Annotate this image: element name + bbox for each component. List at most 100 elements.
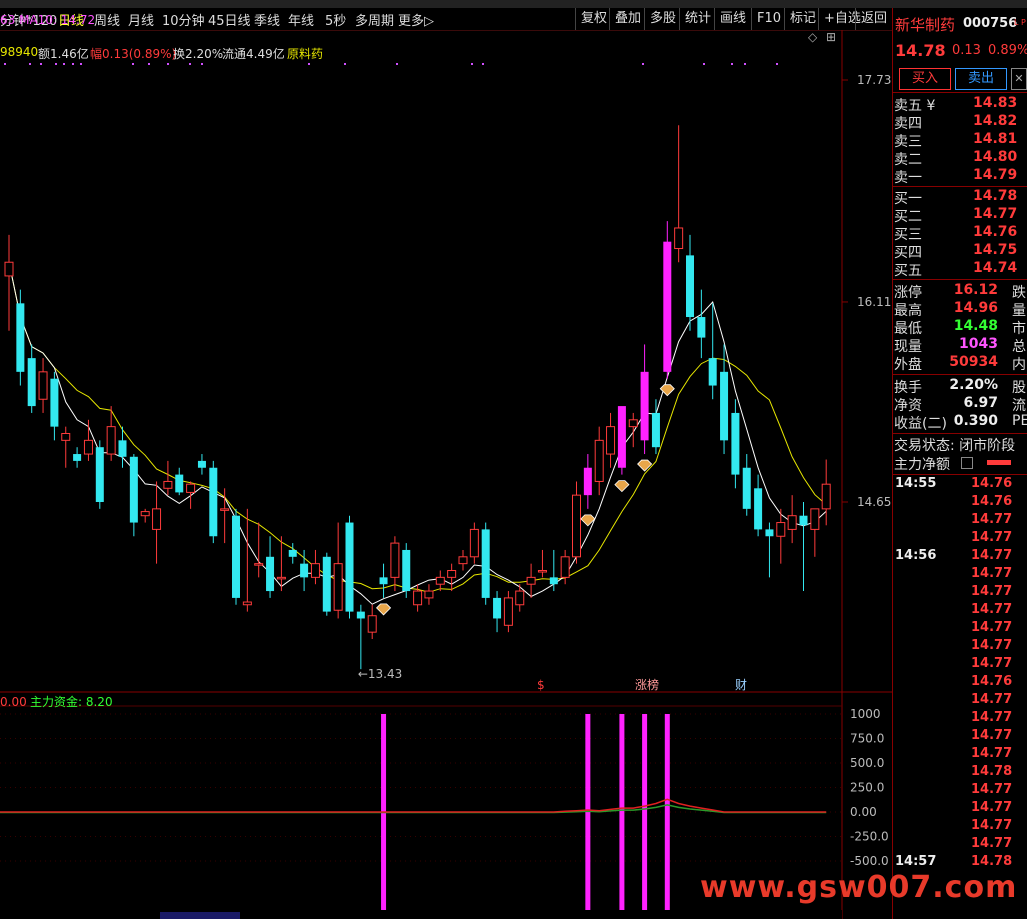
sell-button[interactable]: 卖出 <box>955 68 1007 90</box>
period-tab-7[interactable]: 年线 <box>288 10 314 29</box>
tick-price: 14.76 <box>971 476 1013 491</box>
tick-row: 14.77 <box>893 782 1027 800</box>
tick-row: 14.77 <box>893 620 1027 638</box>
stat-label: 涨停 <box>894 285 922 301</box>
stat-value: 50934 <box>949 354 998 370</box>
stat2-tag: PE <box>1012 413 1027 429</box>
tick-price: 14.77 <box>971 692 1013 707</box>
price-axis-label: 17.73 <box>857 73 891 87</box>
candle-body <box>209 467 218 537</box>
kline-chart[interactable]: 17.73 16.11 14.65 ←13.43 $ 涨榜 财 1000 750.0 500.0 2… <box>0 30 892 919</box>
stat2-row: 换手 2.20% 股 <box>893 377 1027 396</box>
candle-body <box>345 522 354 612</box>
bid-row[interactable]: 买四 14.75 <box>893 242 1027 261</box>
candle-body <box>242 601 252 606</box>
period-tab-9[interactable]: 多周期 <box>355 10 394 29</box>
stat-row: 涨停 16.12 跌 <box>893 282 1027 301</box>
tick-row: 14:56 14.77 <box>893 548 1027 566</box>
period-tab-8[interactable]: 5秒 <box>325 10 346 29</box>
tick-time: 14:55 <box>895 476 937 491</box>
toolbar-button-4[interactable]: 画线 <box>714 8 751 30</box>
main-net-label: 主力净额 <box>894 457 950 473</box>
detail-icon[interactable] <box>961 457 973 469</box>
signal-dot <box>63 63 65 65</box>
toolbar-button-2[interactable]: 多股 <box>644 8 681 30</box>
ma5-line <box>8 262 827 605</box>
period-tab-2[interactable]: 周线 <box>94 10 120 29</box>
candle-body <box>720 371 729 441</box>
more-trade-icon[interactable]: ✕ <box>1011 68 1027 90</box>
candle-body <box>503 597 513 626</box>
ask-row[interactable]: 卖四 14.82 <box>893 113 1027 132</box>
candle-body <box>708 358 717 386</box>
tick-row: 14:55 14.76 <box>893 476 1027 494</box>
stat-tag: 内 <box>1012 357 1026 373</box>
candle-body <box>322 556 331 612</box>
signal-dot <box>482 63 484 65</box>
indicator-axis-label: 0.00 <box>850 805 877 819</box>
ask-row[interactable]: 卖三 14.81 <box>893 131 1027 150</box>
toolbar-button-8[interactable]: 返回 <box>855 8 892 30</box>
bid-row[interactable]: 买二 14.77 <box>893 206 1027 225</box>
tick-price: 14.77 <box>971 620 1013 635</box>
stat-row: 最高 14.96 量 <box>893 300 1027 319</box>
candle-body <box>288 549 297 557</box>
candle-body <box>686 255 694 318</box>
signal-dot <box>4 63 6 65</box>
candle-body <box>458 556 468 565</box>
candle-body <box>469 528 479 558</box>
ask-row[interactable]: 卖一 14.79 <box>893 167 1027 186</box>
bid-row[interactable]: 买一 14.78 <box>893 188 1027 207</box>
stat2-label: 换手 <box>894 380 922 396</box>
current-price: 14.78 <box>895 41 946 60</box>
bid-row[interactable]: 买五 14.74 <box>893 260 1027 279</box>
toolbar-button-0[interactable]: 复权 <box>575 8 612 30</box>
buy-button[interactable]: 买入 <box>899 68 951 90</box>
toolbar-button-1[interactable]: 叠加 <box>609 8 646 30</box>
candle-body <box>276 576 286 580</box>
stat-label: 现量 <box>894 339 922 355</box>
period-tab-3[interactable]: 月线 <box>128 10 154 29</box>
period-tab-5[interactable]: 45日线 <box>208 10 251 29</box>
ask-label: 卖二 <box>894 152 922 168</box>
candle-body <box>560 556 570 578</box>
period-tab-10[interactable]: 更多▷ <box>398 10 434 29</box>
period-tab-4[interactable]: 10分钟 <box>162 10 205 29</box>
toolbar-button-3[interactable]: 统计 <box>679 8 716 30</box>
divider <box>893 279 1027 280</box>
candle-body <box>266 556 275 592</box>
ask-label: 卖五 ¥ <box>894 98 936 114</box>
ask-price: 14.83 <box>973 95 1018 111</box>
signal-dot <box>731 63 733 65</box>
candle-body <box>379 577 388 585</box>
candle-body <box>731 412 740 475</box>
ask-row[interactable]: 卖二 14.80 <box>893 149 1027 168</box>
candle-body <box>106 426 116 455</box>
candle-body <box>118 440 127 457</box>
event-marker: 涨榜 <box>635 677 659 692</box>
tick-time: 14:56 <box>895 548 937 563</box>
signal-dot <box>29 63 31 65</box>
ask-row[interactable]: 卖五 ¥ 14.83 <box>893 95 1027 114</box>
signal-dot <box>55 63 57 65</box>
tick-row: 14.77 <box>893 818 1027 836</box>
candle-body <box>481 529 490 598</box>
bid-price: 14.75 <box>973 242 1018 258</box>
toolbar-button-5[interactable]: F10 <box>751 8 786 30</box>
signal-dot <box>744 63 746 65</box>
candle-body <box>254 563 264 566</box>
indicator-axis-label: -500.0 <box>850 854 889 868</box>
candle-body <box>810 508 820 530</box>
bid-row[interactable]: 买三 14.76 <box>893 224 1027 243</box>
bid-price: 14.78 <box>973 188 1018 204</box>
tick-row: 14.77 <box>893 512 1027 530</box>
period-tab-6[interactable]: 季线 <box>254 10 280 29</box>
candle-body <box>594 439 604 482</box>
ask-label: 卖三 <box>894 134 922 150</box>
candle-body <box>493 597 502 619</box>
toolbar-button-6[interactable]: 标记 <box>784 8 821 30</box>
candle-body <box>572 494 581 558</box>
tick-row: 14.76 <box>893 674 1027 692</box>
bid-label: 买四 <box>894 245 922 261</box>
bid-label: 买二 <box>894 209 922 225</box>
